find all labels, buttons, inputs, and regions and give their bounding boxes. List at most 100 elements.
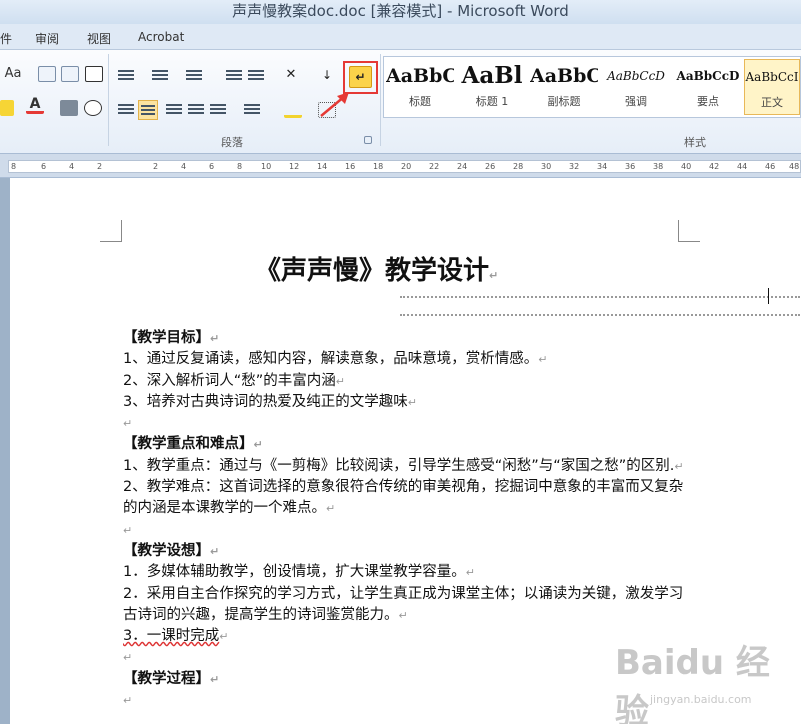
justify-icon[interactable]	[188, 102, 204, 116]
paragraph: 1．多媒体辅助教学，创设情境，扩大课堂教学容量。↵	[123, 564, 475, 581]
tab-view[interactable]: 视图	[87, 30, 111, 47]
enclosed-char-icon[interactable]	[84, 100, 102, 116]
style-subtitle[interactable]: AaBbC 副标题	[530, 59, 598, 115]
separator	[108, 54, 109, 146]
ruler-tick: 48	[789, 162, 800, 171]
ruler-tick: 10	[261, 162, 272, 171]
ruler-tick: 46	[765, 162, 776, 171]
style-emphasis[interactable]: AaBbCcD 强调	[602, 59, 670, 115]
font-color-icon[interactable]: A	[26, 97, 44, 114]
ruler-tick: 32	[569, 162, 580, 171]
window-title-bar: 声声慢教案doc.doc [兼容模式] - Microsoft Word	[0, 0, 801, 24]
ruler-tick: 24	[457, 162, 468, 171]
ruler-tick: 42	[709, 162, 720, 171]
ruler-tick: 4	[69, 162, 75, 171]
paragraph: 1、通过反复诵读，感知内容，解读意象，品味意境，赏析情感。↵	[123, 351, 548, 368]
text-cursor	[768, 288, 769, 304]
paragraph-dialog-launcher-icon[interactable]	[364, 136, 372, 144]
enclose-character-icon[interactable]	[85, 66, 103, 82]
section-heading: 【教学设想】↵	[123, 542, 220, 559]
asian-layout-icon[interactable]: ✕	[282, 68, 300, 84]
ruler-tick: 20	[401, 162, 412, 171]
horizontal-ruler[interactable]: 8 6 4 2 2 4 6 8 10 12 14 16 18 20 22 24 …	[0, 154, 801, 178]
ribbon: Aa A ✕ ↓ 段落 AaBbC 标题 AaBl 标题 1 AaBbC 副标题	[0, 50, 801, 154]
section-heading: 【教学过程】↵	[123, 670, 220, 687]
ruler-tick: 28	[513, 162, 524, 171]
ruler-tick: 8	[237, 162, 243, 171]
ruler-tick: 4	[181, 162, 187, 171]
distributed-icon[interactable]	[210, 102, 226, 116]
paragraph: 3、培养对古典诗词的热爱及纯正的文学趣味↵	[123, 393, 417, 410]
style-strong[interactable]: AaBbCcD 要点	[674, 59, 742, 115]
multilevel-list-icon[interactable]	[186, 68, 202, 82]
ruler-tick: 36	[625, 162, 636, 171]
ruler-tick: 26	[485, 162, 496, 171]
styles-gallery: AaBbC 标题 AaBl 标题 1 AaBbC 副标题 AaBbCcD 强调 …	[383, 56, 801, 118]
ruler-tick: 44	[737, 162, 748, 171]
ruler-tick: 16	[345, 162, 356, 171]
section-heading: 【教学目标】↵	[123, 330, 220, 346]
show-hide-marks-button[interactable]: ↵	[349, 66, 372, 88]
bullets-icon[interactable]	[118, 68, 134, 82]
window-title: 声声慢教案doc.doc [兼容模式] - Microsoft Word	[232, 2, 569, 20]
character-shading-icon[interactable]	[60, 100, 78, 116]
character-border-icon[interactable]	[61, 66, 79, 82]
align-left-icon[interactable]	[118, 102, 134, 116]
crop-mark	[100, 220, 122, 242]
dotted-underline	[400, 314, 800, 316]
ruler-tick: 40	[681, 162, 692, 171]
ruler-tick: 2	[153, 162, 159, 171]
ruler-track: 8 6 4 2 2 4 6 8 10 12 14 16 18 20 22 24 …	[8, 160, 801, 173]
ruler-tick: 34	[597, 162, 608, 171]
style-title[interactable]: AaBbC 标题	[386, 59, 454, 115]
section-heading: 【教学重点和难点】↵	[123, 436, 263, 453]
paragraph: 2、深入解析词人“愁”的丰富内涵↵	[123, 372, 345, 389]
styles-group-label: 样式	[684, 136, 706, 149]
ruler-tick: 8	[11, 162, 17, 171]
document-body[interactable]: 【教学目标】↵ 1、通过反复诵读，感知内容，解读意象，品味意境，赏析情感。↵ 2…	[123, 328, 693, 711]
sort-icon[interactable]: ↓	[318, 68, 336, 84]
style-heading-1[interactable]: AaBl 标题 1	[458, 59, 526, 115]
phonetic-guide-icon[interactable]	[38, 66, 56, 82]
paragraph-mark-icon: ↵	[489, 269, 499, 282]
tab-acrobat[interactable]: Acrobat	[138, 30, 184, 44]
ruler-tick: 6	[41, 162, 47, 171]
highlight-color-icon[interactable]	[0, 100, 14, 116]
ruler-tick: 12	[289, 162, 300, 171]
shading-icon[interactable]	[284, 102, 302, 118]
align-center-icon[interactable]	[138, 100, 158, 120]
empty-paragraph: ↵	[123, 651, 133, 665]
ruler-tick: 22	[429, 162, 440, 171]
ruler-tick: 30	[541, 162, 552, 171]
ruler-tick: 2	[97, 162, 103, 171]
watermark: Baidu 经验	[615, 643, 770, 724]
tab-review[interactable]: 审阅	[35, 30, 59, 47]
ruler-tick: 6	[209, 162, 215, 171]
align-right-icon[interactable]	[166, 102, 182, 116]
paragraph-group-label: 段落	[221, 136, 243, 149]
ruler-tick: 14	[317, 162, 328, 171]
numbering-icon[interactable]	[152, 68, 168, 82]
decrease-indent-icon[interactable]	[226, 68, 242, 82]
crop-mark	[678, 220, 700, 242]
watermark-url: jingyan.baidu.com	[650, 693, 752, 706]
ruler-tick: 18	[373, 162, 384, 171]
empty-paragraph: ↵	[123, 417, 133, 431]
document-title[interactable]: 《声声慢》教学设计↵	[255, 250, 498, 287]
line-spacing-icon[interactable]	[244, 102, 260, 116]
dotted-underline	[400, 296, 800, 298]
empty-paragraph: ↵	[123, 523, 133, 537]
tab-start[interactable]: 件	[0, 30, 12, 47]
paragraph: 3．一课时完成↵	[123, 628, 229, 645]
paragraph: 2．采用自主合作探究的学习方式，让学生真正成为课堂主体；以诵读为关键，激发学习古…	[123, 585, 684, 623]
increase-indent-icon[interactable]	[248, 68, 264, 82]
empty-paragraph: ↵	[123, 694, 133, 708]
paragraph: 1、教学重点：通过与《一剪梅》比较阅读，引导学生感受“闲愁”与“家国之愁”的区别…	[123, 457, 684, 474]
style-normal[interactable]: AaBbCcI 正文	[744, 59, 800, 115]
ribbon-tabs: 件 审阅 视图 Acrobat	[0, 24, 801, 50]
paragraph: 2、教学难点：这首词选择的意象很符合传统的审美视角，挖掘词中意象的丰富而又复杂的…	[123, 479, 684, 517]
ruler-tick: 38	[653, 162, 664, 171]
font-size-button[interactable]: Aa	[0, 64, 26, 84]
annotation-arrow-icon	[320, 92, 349, 117]
separator	[380, 54, 381, 146]
